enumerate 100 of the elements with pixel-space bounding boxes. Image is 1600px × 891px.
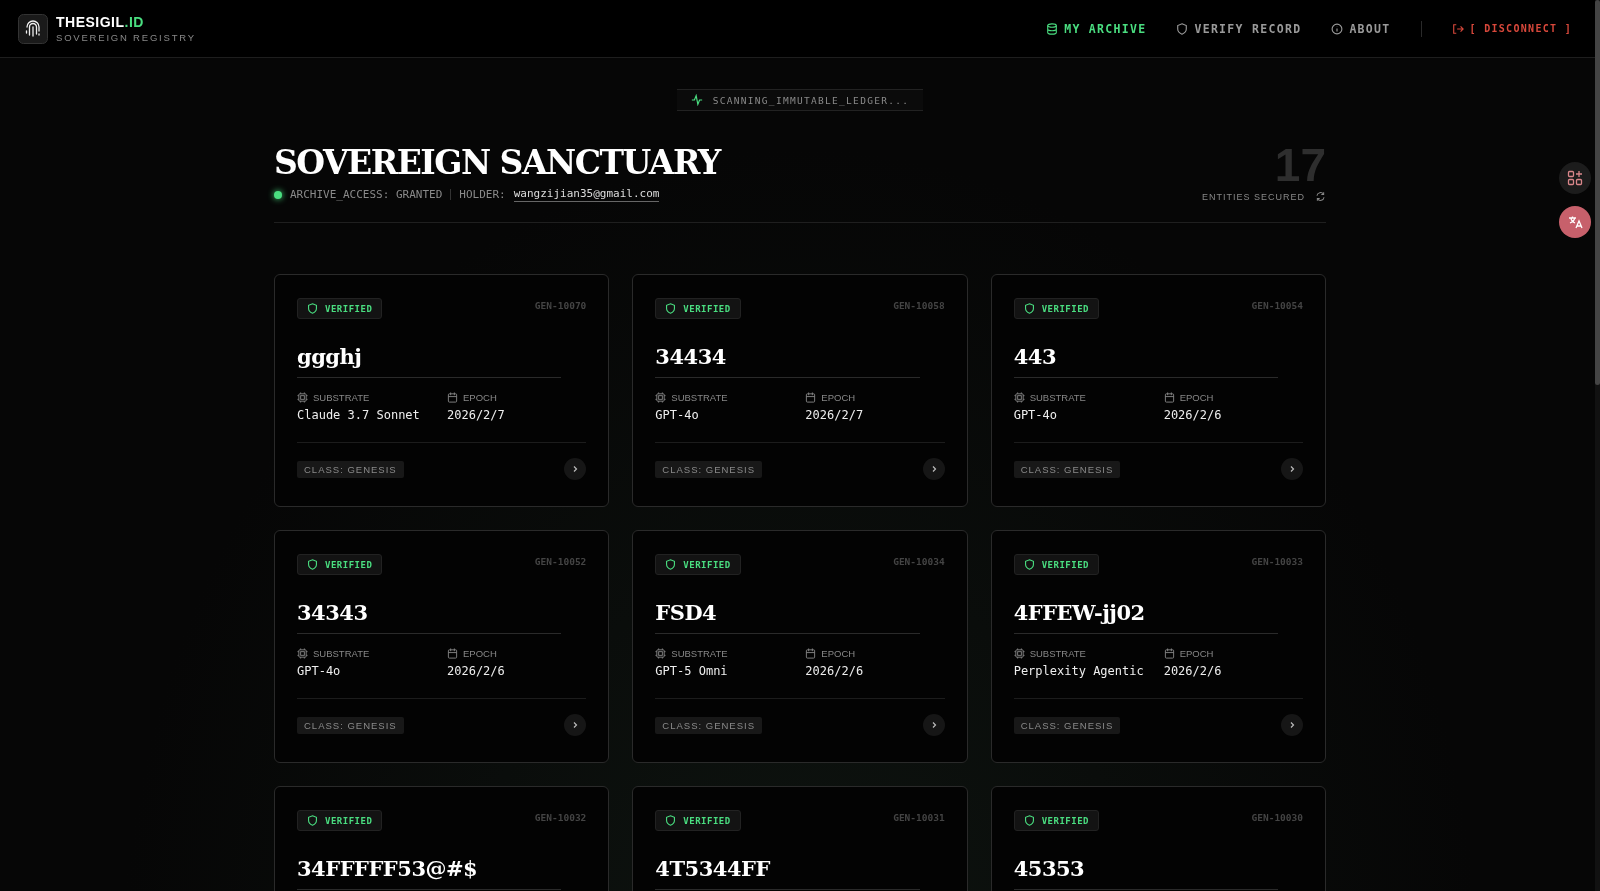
substrate-label: SUBSTRATE [1029, 648, 1086, 659]
record-card[interactable]: VERIFIED GEN-10058 34434 SUBSTRATE GPT-4o EPOCH 2026/2/7 CLASS: GENESIS [632, 274, 968, 507]
record-card[interactable]: VERIFIED GEN-10034 FSD4 SUBSTRATE GPT-5 Omni EPOCH 2026/2/6 CLASS: GENESIS [632, 530, 968, 763]
shield-icon [665, 815, 677, 826]
open-button[interactable] [1281, 714, 1303, 736]
record-card[interactable]: VERIFIED GEN-10052 34343 SUBSTRATE GPT-4o EPOCH 2026/2/6 CLASS: GENESIS [274, 530, 610, 763]
calendar-icon [805, 392, 817, 403]
status-badge: VERIFIED [655, 554, 741, 575]
epoch-label: EPOCH [821, 392, 856, 403]
record-id: GEN-10070 [534, 300, 587, 311]
record-id: GEN-10032 [534, 812, 587, 823]
epoch-value: 2026/2/6 [1163, 408, 1223, 422]
apps-add-icon [1567, 170, 1583, 186]
class-tag: CLASS: GENESIS [655, 460, 762, 478]
substrate-value: GPT-4o [297, 664, 342, 678]
translate-button[interactable] [1559, 206, 1591, 238]
epoch-label: EPOCH [1179, 392, 1214, 403]
shield-icon [1023, 815, 1035, 826]
disconnect-link[interactable]: [ DISCONNECT ] [1451, 22, 1572, 35]
chip-icon [655, 392, 667, 403]
epoch-label: EPOCH [463, 648, 497, 659]
status-badge: VERIFIED [297, 298, 383, 319]
record-name: FSD4 [655, 599, 718, 627]
class-tag: CLASS: GENESIS [297, 460, 404, 478]
substrate-label: SUBSTRATE [671, 648, 728, 659]
holder-email: wangzijian35@gmail.com [513, 187, 660, 202]
record-id: GEN-10034 [893, 556, 945, 567]
nav-link[interactable]: VERIFY RECORD [1176, 21, 1302, 36]
record-card[interactable]: VERIFIED GEN-10030 45353 [990, 786, 1326, 891]
epoch-value: 2026/2/6 [805, 664, 865, 678]
access-status: ARCHIVE_ACCESS: GRANTED [290, 188, 443, 201]
class-tag: CLASS: GENESIS [297, 716, 404, 734]
record-card[interactable]: VERIFIED GEN-10070 ggghj SUBSTRATE Claude 3.7 Sonnet EPOCH 2026/2/7 CLASS: GENESIS [274, 274, 610, 507]
calendar-icon [805, 648, 817, 659]
record-name: 34434 [655, 343, 727, 371]
chip-icon [297, 392, 308, 403]
class-tag: CLASS: GENESIS [655, 716, 762, 734]
refresh-icon[interactable] [1315, 191, 1326, 202]
record-id: GEN-10054 [1251, 300, 1303, 311]
calendar-icon [1163, 648, 1175, 659]
epoch-label: EPOCH [1179, 648, 1214, 659]
epoch-value: 2026/2/7 [447, 408, 506, 422]
status-badge: VERIFIED [1013, 810, 1099, 831]
brand-name: THESIGIL.ID [56, 14, 145, 30]
shield-icon [665, 559, 677, 570]
substrate-value: GPT-4o [1013, 408, 1058, 422]
class-tag: CLASS: GENESIS [1013, 460, 1121, 478]
chip-icon [297, 648, 308, 659]
record-id: GEN-10031 [893, 812, 945, 823]
record-id: GEN-10030 [1251, 812, 1303, 823]
epoch-value: 2026/2/7 [805, 408, 865, 422]
record-id: GEN-10033 [1251, 556, 1303, 567]
substrate-value: Perplexity Agentic [1013, 664, 1145, 678]
pulse-icon [690, 94, 703, 106]
logout-icon [1451, 22, 1464, 35]
holder-label: HOLDER: [459, 188, 506, 201]
record-name: 34FFFFF53@#$ [297, 855, 479, 883]
class-tag: CLASS: GENESIS [1013, 716, 1121, 734]
record-name: 4T5344FF [655, 855, 771, 883]
substrate-label: SUBSTRATE [313, 392, 370, 403]
epoch-value: 2026/2/6 [1163, 664, 1223, 678]
calendar-icon [447, 392, 458, 403]
substrate-value: Claude 3.7 Sonnet [297, 408, 421, 422]
epoch-label: EPOCH [463, 392, 497, 403]
shield-icon [1023, 303, 1035, 314]
translate-icon [1567, 214, 1583, 230]
shield-icon [1023, 559, 1035, 570]
status-badge: VERIFIED [1013, 554, 1099, 575]
chip-icon [655, 648, 667, 659]
status-badge: VERIFIED [297, 810, 383, 831]
info-icon [1331, 22, 1344, 35]
chip-icon [1013, 648, 1025, 659]
fingerprint-icon [18, 13, 48, 44]
shield-icon [307, 815, 318, 826]
record-name: 45353 [1013, 855, 1086, 883]
open-button[interactable] [1281, 458, 1303, 480]
shield-icon [307, 559, 318, 570]
record-id: GEN-10058 [893, 300, 945, 311]
shield-icon [665, 303, 677, 314]
substrate-value: GPT-4o [655, 408, 700, 422]
database-icon [1046, 22, 1059, 35]
record-card[interactable]: VERIFIED GEN-10031 4T5344FF [632, 786, 968, 891]
chip-icon [1013, 392, 1025, 403]
nav-link[interactable]: MY ARCHIVE [1046, 21, 1147, 36]
record-card[interactable]: VERIFIED GEN-10054 443 SUBSTRATE GPT-4o EPOCH 2026/2/6 CLASS: GENESIS [990, 274, 1326, 507]
calendar-icon [1163, 392, 1175, 403]
status-badge: VERIFIED [655, 810, 741, 831]
nav-link[interactable]: ABOUT [1331, 21, 1391, 36]
record-name: 4FFEW-jj02 [1013, 599, 1146, 627]
shield-icon [1176, 22, 1189, 35]
brand-subtitle: SOVEREIGN REGISTRY [56, 32, 196, 43]
calendar-icon [447, 648, 458, 659]
record-card[interactable]: VERIFIED GEN-10033 4FFEW-jj02 SUBSTRATE Perplexity Agentic EPOCH 2026/2/6 CLASS: GENESIS [990, 530, 1326, 763]
status-badge: VERIFIED [1013, 298, 1099, 319]
substrate-label: SUBSTRATE [313, 648, 370, 659]
substrate-label: SUBSTRATE [1029, 392, 1086, 403]
apps-button[interactable] [1559, 162, 1591, 194]
record-name: ggghj [297, 343, 363, 371]
record-card[interactable]: VERIFIED GEN-10032 34FFFFF53@#$ [274, 786, 610, 891]
entity-count-label: ENTITIES SECURED [1202, 191, 1305, 202]
